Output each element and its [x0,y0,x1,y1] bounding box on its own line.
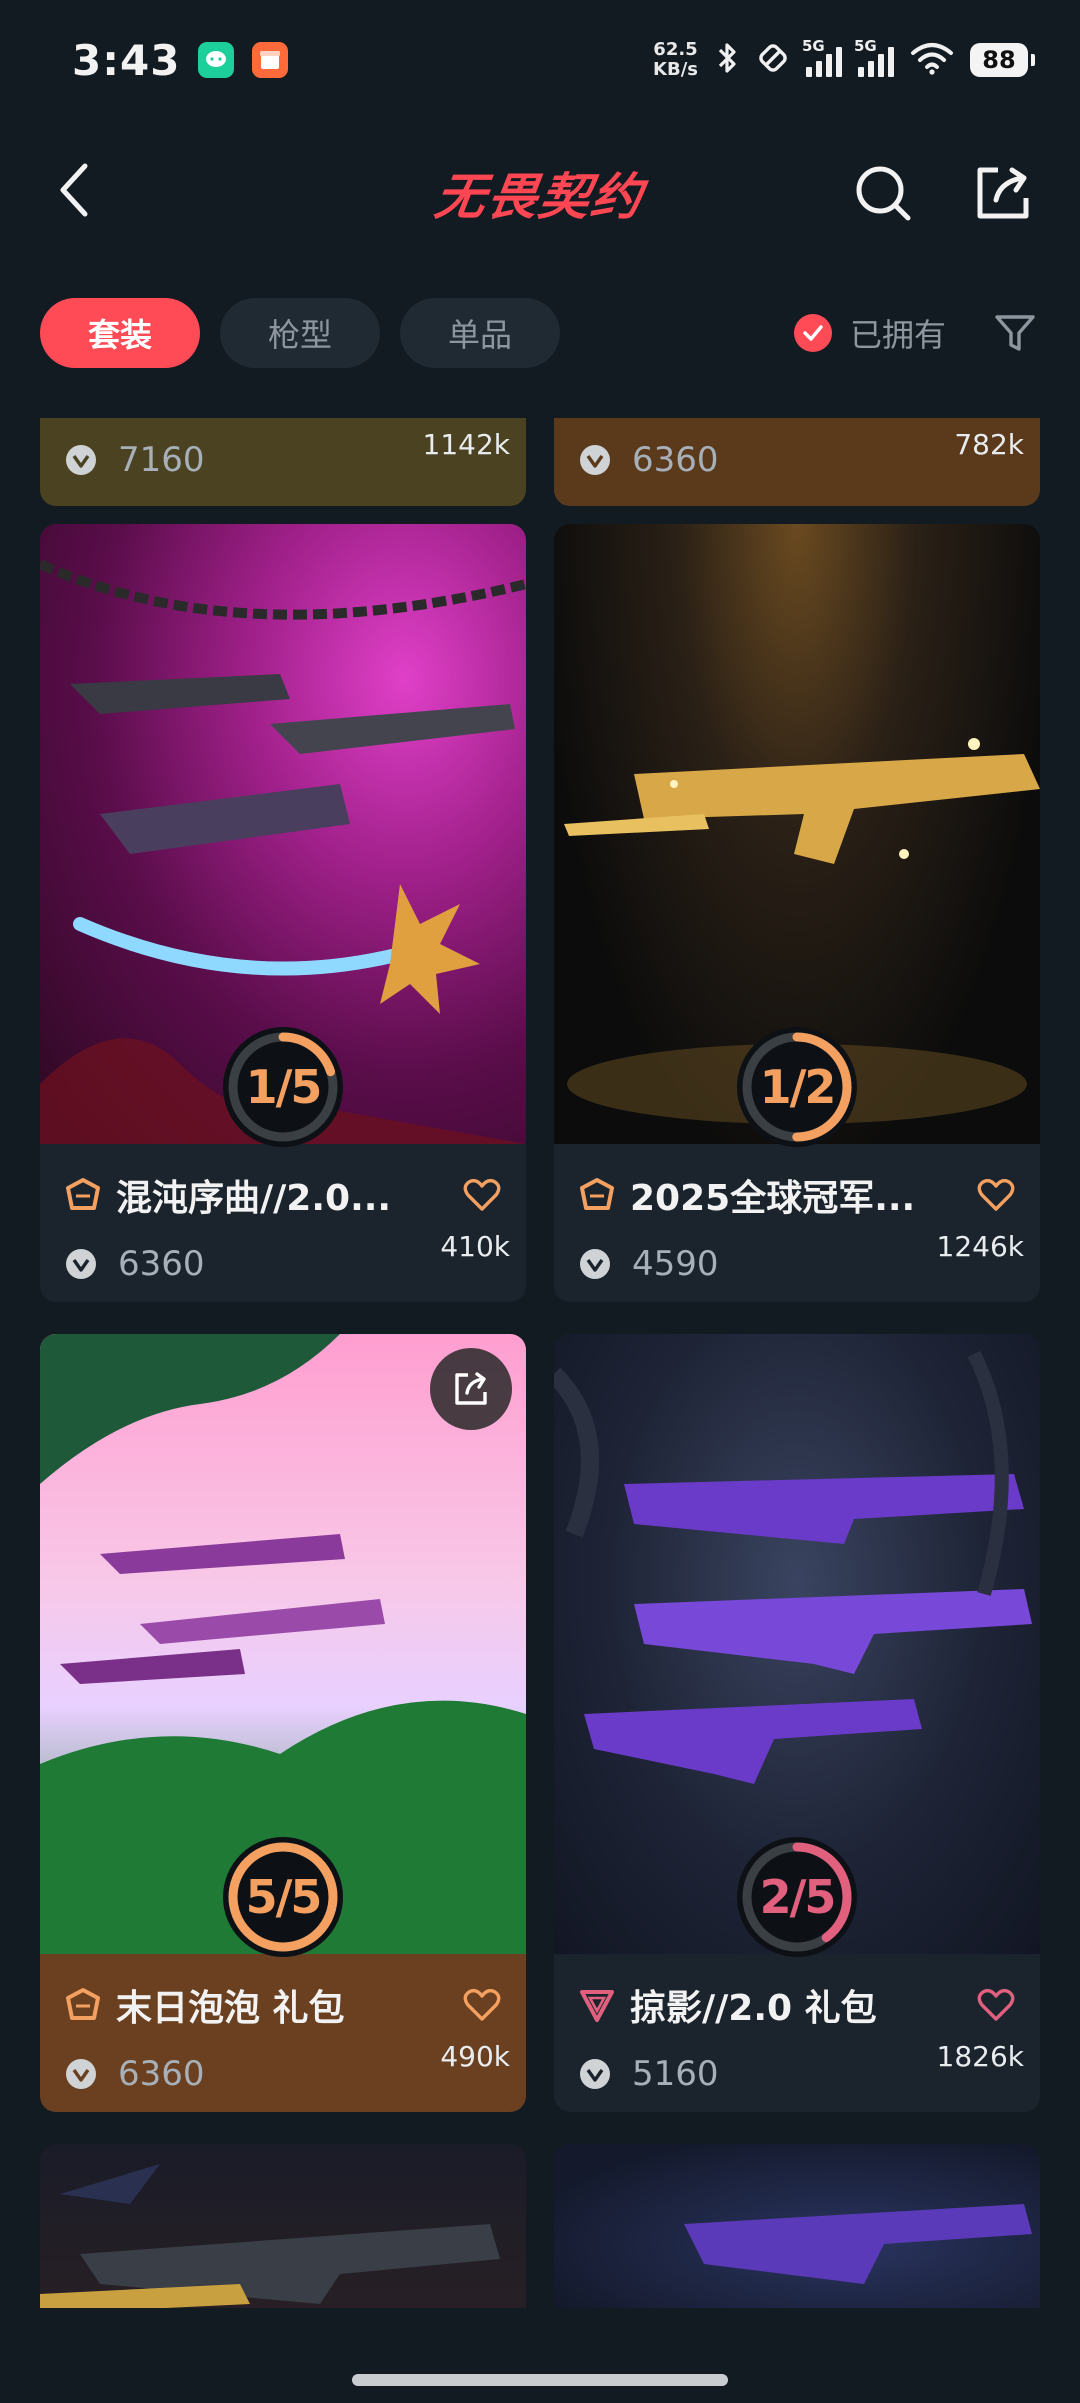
name-row: 末日泡泡 礼包 [64,1980,502,2030]
progress-text: 2/5 [759,1870,837,1924]
owned-toggle[interactable]: 已拥有 [793,310,946,356]
like-count: 410k [440,1230,510,1263]
bundle-card-doombringer-bubble[interactable]: 5/5 末日泡泡 礼包 6360 490k [40,1334,526,2112]
progress-text: 1/2 [759,1060,837,1114]
bundle-card[interactable] [40,2144,526,2308]
status-bar: 3:43 62.5 KB/s 5G 5G 88 [0,0,1080,120]
share-icon [455,1372,487,1405]
tab-weapon-type[interactable]: 枪型 [220,298,380,368]
bundle-grid[interactable]: 7160 1142k 6360 782k 1/5 混沌序曲//2.0... 63… [0,418,1080,2308]
filter-button[interactable] [990,308,1040,358]
like-count: 490k [440,2040,510,2073]
bundle-card[interactable]: 7160 1142k [40,418,526,506]
bundle-price: 6360 [632,440,719,480]
name-row: 掠影//2.0 礼包 [578,1980,1016,2030]
vp-currency-icon [580,1249,610,1279]
funnel-icon [995,315,1035,351]
like-count: 1142k [422,428,510,461]
weapon-artwork-image [40,2164,500,2308]
name-row: 混沌序曲//2.0... [64,1170,502,1220]
bundle-price: 6360 [118,2054,205,2094]
cellular-signal-2-icon: 5G [854,37,894,77]
signal-1-label: 5G [802,37,825,55]
bundle-artwork [554,2144,1040,2308]
collection-progress-ring: 5/5 [220,1834,346,1960]
weapon-artwork-image [684,2204,1032,2284]
wifi-icon [910,41,954,79]
bundle-price: 7160 [118,440,205,480]
collection-progress-ring: 1/5 [220,1024,346,1150]
premium-tier-icon [66,1988,100,2020]
search-button[interactable] [845,155,921,231]
progress-text: 5/5 [245,1870,323,1924]
bundle-card-reaver-2[interactable]: 2/5 掠影//2.0 礼包 5160 1826k [554,1334,1040,2112]
search-icon [856,166,911,221]
card-info: 2025全球冠军... 4590 1246k [554,1144,1040,1302]
vp-currency-icon [580,2059,610,2089]
bundle-card[interactable]: 6360 782k [554,418,1040,506]
bundle-card[interactable] [554,2144,1040,2308]
bundle-card-champions-2025[interactable]: 1/2 2025全球冠军... 4590 1246k [554,524,1040,1302]
premium-tier-icon [66,1178,100,1210]
vp-currency-icon [66,1249,96,1279]
bundle-name: 2025全球冠军... [630,1178,916,1219]
signal-2-label: 5G [854,37,877,55]
card-info: 掠影//2.0 礼包 5160 1826k [554,1954,1040,2112]
home-indicator[interactable] [352,2374,728,2386]
bundle-name: 末日泡泡 礼包 [116,1988,345,2029]
filter-bar: 套装 枪型 单品 已拥有 [40,298,1040,368]
card-info: 末日泡泡 礼包 6360 490k [40,1954,526,2112]
collection-progress-ring: 1/2 [734,1024,860,1150]
checkmark-icon [793,314,832,352]
bundle-artwork [40,2144,526,2308]
status-time: 3:43 [72,35,181,85]
bundle-card-chaos-prelude[interactable]: 1/5 混沌序曲//2.0... 6360 410k [40,524,526,1302]
owned-label: 已拥有 [849,316,946,354]
share-icon [977,167,1029,219]
battery-indicator: 88 [970,43,1035,77]
bundle-name: 掠影//2.0 礼包 [630,1988,877,2029]
vp-currency-icon [66,2059,96,2089]
name-row: 2025全球冠军... [578,1170,1016,1220]
tab-bundles[interactable]: 套装 [40,298,200,368]
vp-currency-icon [580,445,610,475]
messaging-app-icon [198,42,235,78]
header: 无畏契约 [0,135,1080,245]
card-share-button[interactable] [430,1348,512,1430]
shop-app-icon [252,42,289,78]
bluetooth-icon [714,40,740,80]
progress-text: 1/5 [245,1060,323,1114]
heart-icon[interactable] [976,1175,1016,1215]
net-speed-unit: KB/s [653,59,698,80]
net-speed: 62.5 KB/s [653,40,698,80]
like-count: 1246k [936,1230,1024,1263]
heart-icon[interactable] [462,1985,502,2025]
bundle-price: 5160 [632,2054,719,2094]
tab-single-item[interactable]: 单品 [400,298,560,368]
collection-progress-ring: 2/5 [734,1834,860,1960]
bundle-price: 6360 [118,1244,205,1284]
like-count: 1826k [936,2040,1024,2073]
premium-tier-icon [580,1178,614,1210]
cellular-signal-1-icon: 5G [802,37,842,77]
heart-icon[interactable] [976,1985,1016,2025]
like-count: 782k [954,428,1024,461]
card-info: 混沌序曲//2.0... 6360 410k [40,1144,526,1302]
net-speed-value: 62.5 [653,39,698,60]
bundle-name: 混沌序曲//2.0... [116,1178,392,1219]
heart-icon[interactable] [462,1175,502,1215]
vp-currency-icon [66,445,96,475]
data-saver-icon [756,41,790,79]
share-button[interactable] [965,155,1041,231]
exclusive-tier-icon [580,1990,614,2022]
bundle-price: 4590 [632,1244,719,1284]
